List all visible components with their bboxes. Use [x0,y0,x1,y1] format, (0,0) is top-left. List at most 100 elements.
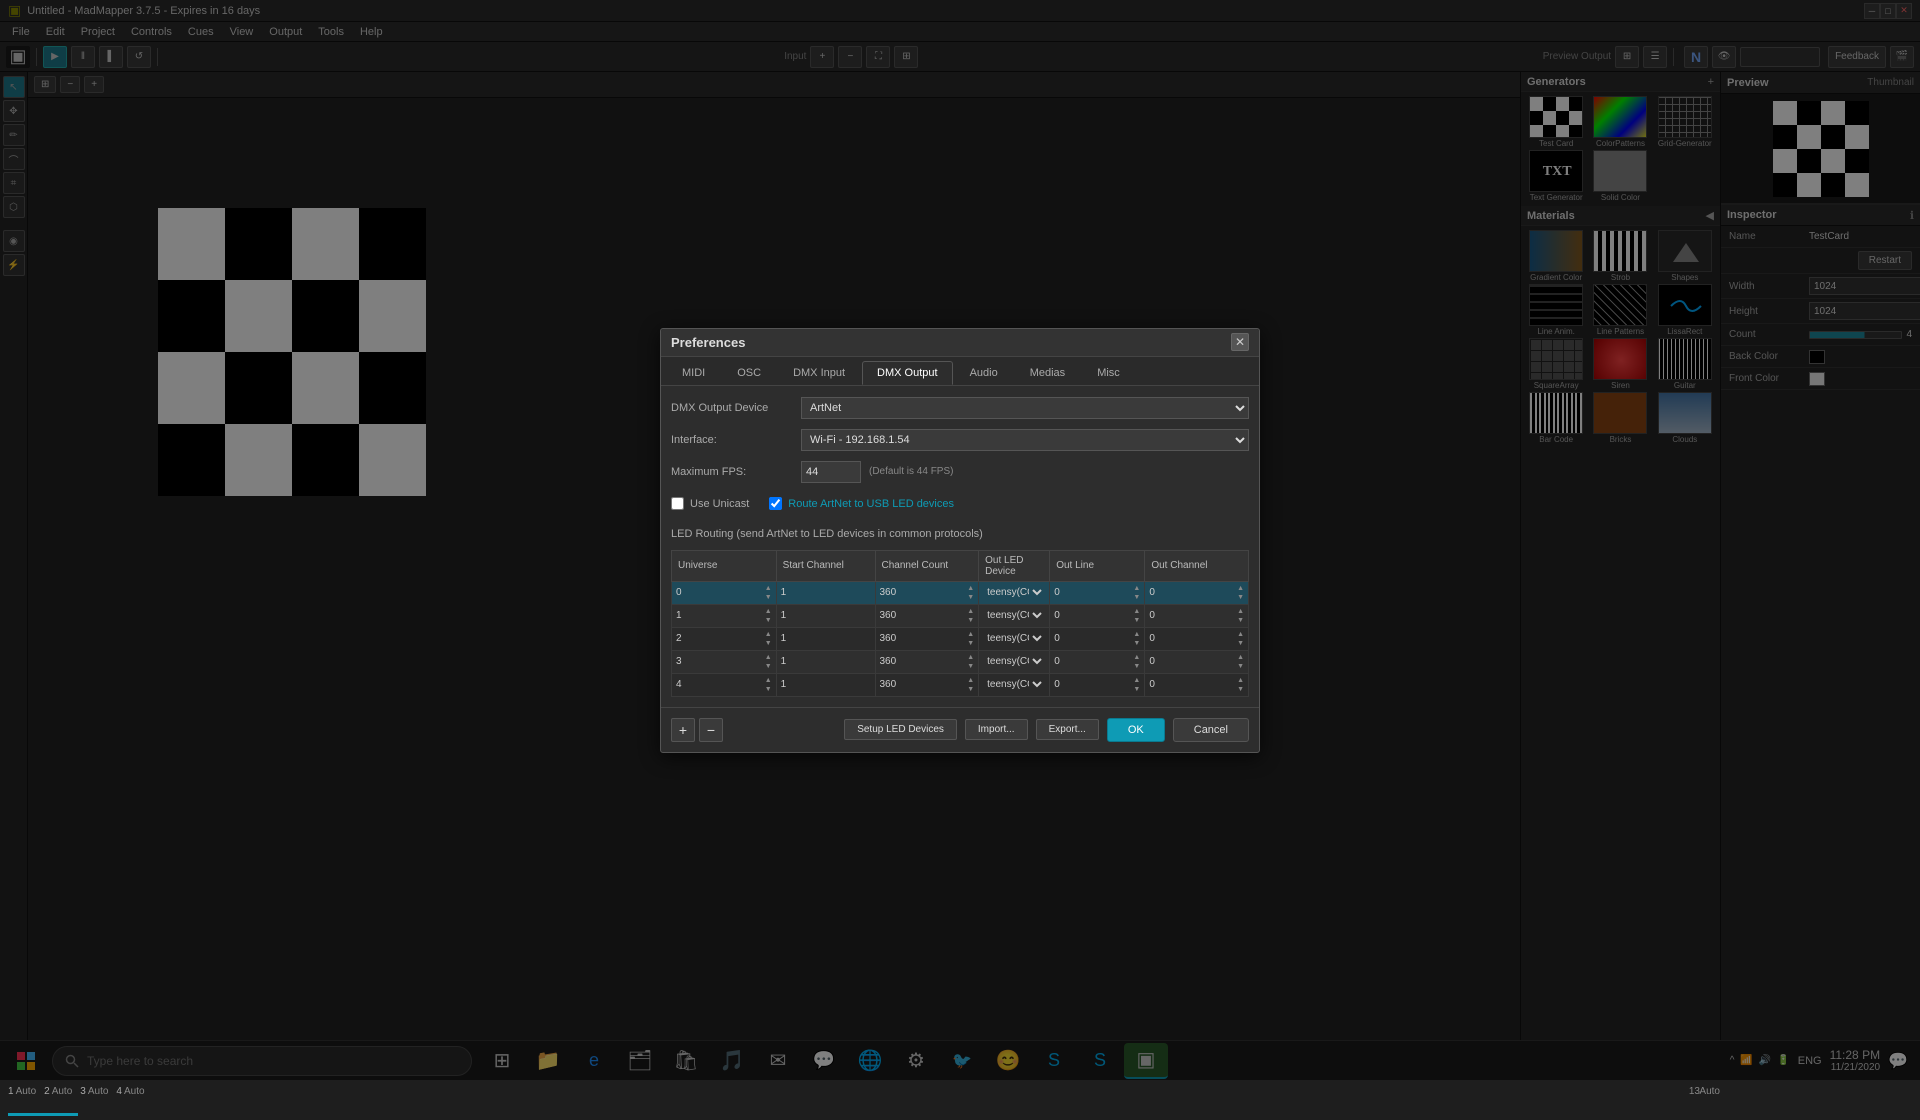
pref-interface-row: Interface: Wi-Fi - 192.168.1.54 [671,428,1249,452]
scene-item-4[interactable]: 4 Auto [116,1086,144,1097]
pref-tab-dmxoutput[interactable]: DMX Output [862,361,953,385]
input-out-line-3[interactable] [1054,656,1131,667]
input-start-3[interactable] [781,656,871,667]
cell-count-2[interactable]: ▲ ▼ [875,627,979,650]
cell-out-channel-1[interactable]: ▲ ▼ [1145,604,1249,627]
pref-route-artnet-checkbox[interactable] [769,497,782,510]
setup-led-button[interactable]: Setup LED Devices [844,719,957,740]
input-out-line-1[interactable] [1054,610,1131,621]
routing-table: Universe Start Channel Channel Count Out… [671,550,1249,697]
cell-universe-2[interactable]: ▲ ▼ [672,627,777,650]
pref-unicast-checkbox[interactable] [671,497,684,510]
input-universe-4[interactable] [676,679,763,690]
cell-out-line-2[interactable]: ▲ ▼ [1050,627,1145,650]
cell-count-1[interactable]: ▲ ▼ [875,604,979,627]
cell-out-channel-2[interactable]: ▲ ▼ [1145,627,1249,650]
cell-out-line-0[interactable]: ▲ ▼ [1050,581,1145,604]
input-out-line-2[interactable] [1054,633,1131,644]
cell-led-device-2[interactable]: teensy(COM4) [979,627,1050,650]
cell-led-device-1[interactable]: teensy(COM4) [979,604,1050,627]
input-out-line-0[interactable] [1054,587,1131,598]
pref-tab-audio[interactable]: Audio [955,361,1013,385]
input-universe-0[interactable] [676,587,763,598]
select-led-device-4[interactable]: teensy(COM4) [983,678,1045,691]
export-button[interactable]: Export... [1036,719,1099,740]
routing-row-4[interactable]: ▲ ▼ ▲ ▼ [672,673,1249,696]
preferences-close-button[interactable]: ✕ [1231,333,1249,351]
pref-tab-midi[interactable]: MIDI [667,361,720,385]
pref-add-button[interactable]: + [671,718,695,742]
input-count-4[interactable] [880,679,966,690]
pref-device-select[interactable]: ArtNet [801,397,1249,419]
led-routing-title: LED Routing (send ArtNet to LED devices … [671,524,1249,544]
input-start-4[interactable] [781,679,871,690]
cell-count-3[interactable]: ▲ ▼ [875,650,979,673]
cell-start-4[interactable] [776,673,875,696]
routing-row-3[interactable]: ▲ ▼ ▲ ▼ [672,650,1249,673]
cell-start-2[interactable] [776,627,875,650]
input-start-0[interactable] [781,587,871,598]
select-led-device-3[interactable]: teensy(COM4) [983,655,1045,668]
select-led-device-1[interactable]: teensy(COM4) [983,609,1045,622]
input-count-3[interactable] [880,656,966,667]
cell-out-channel-0[interactable]: ▲ ▼ [1145,581,1249,604]
cell-out-channel-4[interactable]: ▲ ▼ [1145,673,1249,696]
pref-fps-note: (Default is 44 FPS) [869,466,953,477]
input-out-channel-1[interactable] [1149,610,1235,621]
pref-tab-osc[interactable]: OSC [722,361,776,385]
input-out-channel-2[interactable] [1149,633,1235,644]
input-count-1[interactable] [880,610,966,621]
pref-cancel-button[interactable]: Cancel [1173,718,1249,742]
routing-row-0[interactable]: ▲ ▼ ▲ ▼ [672,581,1249,604]
cell-out-line-3[interactable]: ▲ ▼ [1050,650,1145,673]
select-led-device-0[interactable]: teensy(COM4) [983,586,1045,599]
cell-count-4[interactable]: ▲ ▼ [875,673,979,696]
cell-start-3[interactable] [776,650,875,673]
input-start-2[interactable] [781,633,871,644]
pref-tab-dmxinput[interactable]: DMX Input [778,361,860,385]
scene-item-3[interactable]: 3 Auto [80,1086,108,1097]
cell-universe-0[interactable]: ▲ ▼ [672,581,777,604]
input-out-channel-3[interactable] [1149,656,1235,667]
pref-fps-input[interactable] [801,461,861,483]
cell-start-1[interactable] [776,604,875,627]
cell-universe-4[interactable]: ▲ ▼ [672,673,777,696]
input-start-1[interactable] [781,610,871,621]
pref-ok-button[interactable]: OK [1107,718,1165,742]
import-button[interactable]: Import... [965,719,1028,740]
input-count-2[interactable] [880,633,966,644]
pref-unicast-label: Use Unicast [690,498,749,510]
preferences-tabs: MIDI OSC DMX Input DMX Output Audio Medi… [661,357,1259,386]
cell-start-0[interactable] [776,581,875,604]
input-out-channel-4[interactable] [1149,679,1235,690]
cell-out-line-1[interactable]: ▲ ▼ [1050,604,1145,627]
scene-item-2[interactable]: 2 Auto [44,1086,72,1097]
select-led-device-2[interactable]: teensy(COM4) [983,632,1045,645]
cell-led-device-3[interactable]: teensy(COM4) [979,650,1050,673]
input-count-0[interactable] [880,587,966,598]
routing-row-1[interactable]: ▲ ▼ ▲ ▼ [672,604,1249,627]
cell-universe-3[interactable]: ▲ ▼ [672,650,777,673]
pref-device-label: DMX Output Device [671,402,801,414]
routing-row-2[interactable]: ▲ ▼ ▲ ▼ [672,627,1249,650]
col-out-channel: Out Channel [1145,550,1249,581]
input-universe-3[interactable] [676,656,763,667]
preferences-dialog: Preferences ✕ MIDI OSC DMX Input DMX Out… [660,328,1260,753]
pref-route-artnet-label: Route ArtNet to USB LED devices [788,498,954,510]
cell-led-device-4[interactable]: teensy(COM4) [979,673,1050,696]
scene-item-1[interactable]: 1 Auto [8,1086,36,1097]
cell-universe-1[interactable]: ▲ ▼ [672,604,777,627]
input-universe-2[interactable] [676,633,763,644]
pref-tab-medias[interactable]: Medias [1015,361,1080,385]
pref-remove-button[interactable]: − [699,718,723,742]
cell-led-device-0[interactable]: teensy(COM4) [979,581,1050,604]
cell-out-line-4[interactable]: ▲ ▼ [1050,673,1145,696]
input-out-line-4[interactable] [1054,679,1131,690]
pref-fps-row: Maximum FPS: (Default is 44 FPS) [671,460,1249,484]
cell-count-0[interactable]: ▲ ▼ [875,581,979,604]
input-universe-1[interactable] [676,610,763,621]
pref-interface-select[interactable]: Wi-Fi - 192.168.1.54 [801,429,1249,451]
cell-out-channel-3[interactable]: ▲ ▼ [1145,650,1249,673]
pref-tab-misc[interactable]: Misc [1082,361,1135,385]
input-out-channel-0[interactable] [1149,587,1235,598]
